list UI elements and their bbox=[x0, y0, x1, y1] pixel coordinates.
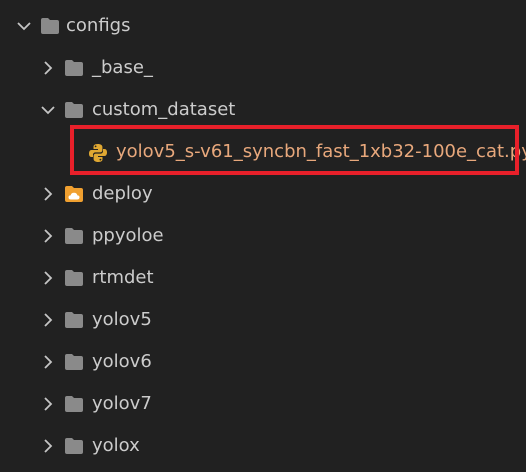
chevron-down-icon[interactable] bbox=[40, 102, 56, 118]
tree-item-ppyoloe[interactable]: ppyoloe bbox=[0, 216, 526, 256]
chevron-right-icon[interactable] bbox=[40, 354, 56, 370]
folder-icon bbox=[64, 227, 84, 245]
chevron-right-icon[interactable] bbox=[40, 438, 56, 454]
tree-item-label: custom_dataset bbox=[92, 99, 236, 120]
tree-item-deploy[interactable]: deploy bbox=[0, 174, 526, 214]
tree-item-yolov6[interactable]: yolov6 bbox=[0, 342, 526, 382]
tree-item-configs[interactable]: configs bbox=[0, 6, 526, 46]
tree-item-label: yolov5_s-v61_syncbn_fast_1xb32-100e_cat.… bbox=[116, 141, 526, 162]
tree-item-label: yolov5 bbox=[92, 309, 152, 330]
chevron-down-icon[interactable] bbox=[16, 18, 32, 34]
tree-item-yolox[interactable]: yolox bbox=[0, 426, 526, 466]
folder-icon bbox=[40, 17, 60, 35]
tree-item-yolov5[interactable]: yolov5 bbox=[0, 300, 526, 340]
chevron-right-icon[interactable] bbox=[40, 396, 56, 412]
tree-item-label: deploy bbox=[92, 183, 153, 204]
folder-icon bbox=[64, 437, 84, 455]
chevron-right-icon[interactable] bbox=[40, 228, 56, 244]
tree-item-python-file[interactable]: yolov5_s-v61_syncbn_fast_1xb32-100e_cat.… bbox=[0, 132, 526, 172]
tree-item-label: ppyoloe bbox=[92, 225, 164, 246]
folder-icon bbox=[64, 101, 84, 119]
chevron-right-icon[interactable] bbox=[40, 312, 56, 328]
tree-item-label: yolov6 bbox=[92, 351, 152, 372]
chevron-right-icon[interactable] bbox=[40, 186, 56, 202]
tree-item-custom-dataset[interactable]: custom_dataset bbox=[0, 90, 526, 130]
tree-item-yolov7[interactable]: yolov7 bbox=[0, 384, 526, 424]
folder-icon bbox=[64, 353, 84, 371]
file-explorer-tree: configs _base_ custom_dataset yolov5_s-v… bbox=[0, 0, 526, 472]
tree-item-base[interactable]: _base_ bbox=[0, 48, 526, 88]
tree-item-label: yolov7 bbox=[92, 393, 152, 414]
chevron-right-icon[interactable] bbox=[40, 60, 56, 76]
folder-cloud-icon bbox=[64, 185, 84, 203]
folder-icon bbox=[64, 395, 84, 413]
folder-icon bbox=[64, 311, 84, 329]
folder-icon bbox=[64, 59, 84, 77]
tree-item-label: rtmdet bbox=[92, 267, 154, 288]
folder-icon bbox=[64, 269, 84, 287]
tree-item-rtmdet[interactable]: rtmdet bbox=[0, 258, 526, 298]
python-icon bbox=[88, 143, 108, 163]
tree-item-label: yolox bbox=[92, 435, 140, 456]
chevron-right-icon[interactable] bbox=[40, 270, 56, 286]
tree-item-label: configs bbox=[66, 15, 131, 36]
tree-item-label: _base_ bbox=[92, 57, 153, 78]
